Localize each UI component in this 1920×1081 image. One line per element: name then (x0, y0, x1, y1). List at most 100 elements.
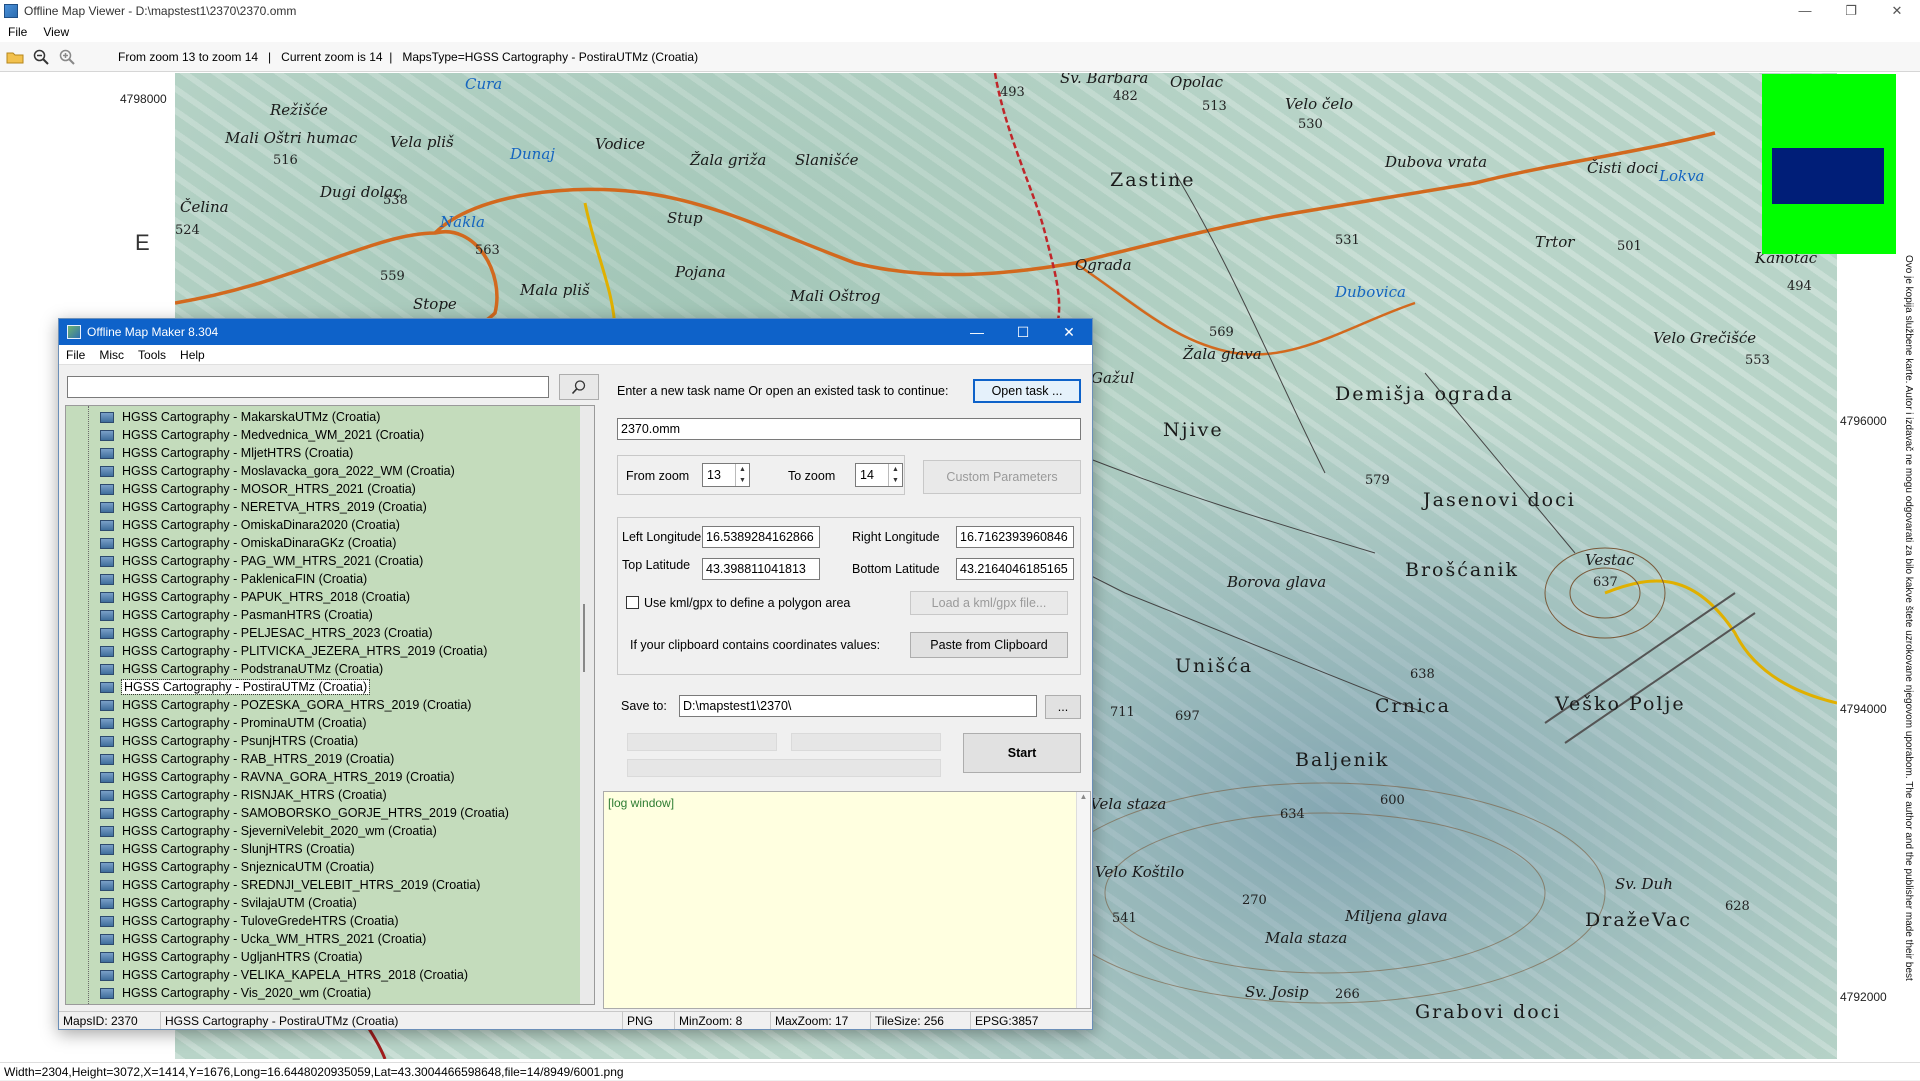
map-list-item-label: HGSS Cartography - PLITVICKA_JEZERA_HTRS… (122, 644, 488, 658)
elevation-label: 538 (383, 193, 408, 208)
progress-bar-total (627, 759, 941, 777)
map-list-item[interactable]: HGSS Cartography - PLITVICKA_JEZERA_HTRS… (100, 642, 487, 660)
menu-tools[interactable]: Tools (131, 348, 173, 362)
elevation-label: 637 (1593, 575, 1618, 590)
map-list-item[interactable]: HGSS Cartography - VELIKA_KAPELA_HTRS_20… (100, 966, 468, 984)
overview-viewport-rect[interactable] (1772, 148, 1884, 204)
map-list-item[interactable]: HGSS Cartography - PELJESAC_HTRS_2023 (C… (100, 624, 433, 642)
maps-tree[interactable]: HGSS Cartography - MakarskaUTMz (Croatia… (65, 405, 595, 1005)
open-task-button[interactable]: Open task ... (973, 379, 1081, 403)
map-list-item[interactable]: HGSS Cartography - RAVNA_GORA_HTRS_2019 … (100, 768, 455, 786)
map-list-item-label: HGSS Cartography - PasmanHTRS (Croatia) (122, 608, 373, 622)
restore-icon[interactable]: ❐ (1828, 0, 1874, 22)
search-button[interactable] (559, 374, 599, 400)
zoom-out-icon[interactable] (30, 46, 52, 68)
to-zoom-spinner[interactable]: 14 ▲ ▼ (855, 463, 903, 487)
map-list-item-label: HGSS Cartography - SREDNJI_VELEBIT_HTRS_… (122, 878, 481, 892)
map-list-item[interactable]: HGSS Cartography - MakarskaUTMz (Croatia… (100, 408, 380, 426)
map-list-item[interactable]: HGSS Cartography - OmiskaDinaraGKz (Croa… (100, 534, 396, 552)
minimize-icon[interactable]: — (954, 319, 1000, 345)
log-scrollbar[interactable]: ▲ (1076, 792, 1090, 1008)
from-zoom-label: From zoom (626, 469, 690, 483)
map-list-item[interactable]: HGSS Cartography - PAG_WM_HTRS_2021 (Cro… (100, 552, 423, 570)
map-list-item[interactable]: HGSS Cartography - RISNJAK_HTRS (Croatia… (100, 786, 387, 804)
spinner-arrows-icon[interactable]: ▲ ▼ (888, 464, 902, 486)
map-list-item[interactable]: HGSS Cartography - Ucka_WM_HTRS_2021 (Cr… (100, 930, 426, 948)
map-layer-icon (100, 789, 114, 801)
map-list-item[interactable]: HGSS Cartography - PostiraUTMz (Croatia) (100, 678, 371, 696)
map-layer-icon (100, 537, 114, 549)
load-kml-button[interactable]: Load a kml/gpx file... (910, 591, 1068, 615)
menu-view[interactable]: View (35, 25, 77, 39)
paste-clipboard-button[interactable]: Paste from Clipboard (910, 632, 1068, 658)
map-list-item-label: HGSS Cartography - PsunjHTRS (Croatia) (122, 734, 359, 748)
map-list-item[interactable]: HGSS Cartography - RAB_HTRS_2019 (Croati… (100, 750, 394, 768)
map-list-item[interactable]: HGSS Cartography - ProminaUTM (Croatia) (100, 714, 367, 732)
map-list-item-label: HGSS Cartography - VELIKA_KAPELA_HTRS_20… (122, 968, 468, 982)
map-layer-icon (100, 915, 114, 927)
map-list-item[interactable]: HGSS Cartography - SREDNJI_VELEBIT_HTRS_… (100, 876, 480, 894)
maximize-icon[interactable]: ☐ (1000, 319, 1046, 345)
minimize-icon[interactable]: — (1782, 0, 1828, 22)
map-list-item[interactable]: HGSS Cartography - NERETVA_HTRS_2019 (Cr… (100, 498, 427, 516)
custom-parameters-button[interactable]: Custom Parameters (923, 460, 1081, 494)
map-list-item[interactable]: HGSS Cartography - PsunjHTRS (Croatia) (100, 732, 358, 750)
task-prompt-label: Enter a new task name Or open an existed… (617, 384, 949, 398)
map-list-item[interactable]: HGSS Cartography - SAMOBORSKO_GORJE_HTRS… (100, 804, 509, 822)
zoom-in-icon[interactable] (56, 46, 78, 68)
map-label: Vela pliš (390, 133, 454, 151)
map-list-item[interactable]: HGSS Cartography - MljetHTRS (Croatia) (100, 444, 353, 462)
map-list-item[interactable]: HGSS Cartography - Vis_2020_wm (Croatia) (100, 984, 371, 1002)
map-label: Slanišće (795, 151, 859, 169)
log-window[interactable]: [log window] ▲ (603, 791, 1091, 1009)
map-list-item[interactable]: HGSS Cartography - SjeverniVelebit_2020_… (100, 822, 437, 840)
map-layer-icon (100, 609, 114, 621)
left-longitude-input[interactable]: 16.5389284162866 (702, 526, 820, 548)
overview-minimap[interactable] (1762, 74, 1896, 254)
map-list-item[interactable]: HGSS Cartography - PaklenicaFIN (Croatia… (100, 570, 367, 588)
close-icon[interactable]: ✕ (1874, 0, 1920, 22)
top-latitude-input[interactable]: 43.398811041813 (702, 558, 820, 580)
map-label: Njive (1163, 419, 1224, 441)
open-folder-icon[interactable] (4, 46, 26, 68)
tree-scrollbar[interactable] (580, 406, 594, 1004)
map-search-input[interactable] (67, 376, 549, 398)
map-list-item[interactable]: HGSS Cartography - OmiskaDinara2020 (Cro… (100, 516, 400, 534)
map-label: Velo Koštilo (1095, 863, 1185, 881)
map-layer-icon (100, 969, 114, 981)
map-list-item[interactable]: HGSS Cartography - UgljanHTRS (Croatia) (100, 948, 362, 966)
clipboard-label: If your clipboard contains coordinates v… (630, 638, 881, 652)
menu-file[interactable]: File (59, 348, 92, 362)
save-to-input[interactable]: D:\mapstest1\2370\ (679, 695, 1037, 717)
map-list-item[interactable]: HGSS Cartography - POZESKA_GORA_HTRS_201… (100, 696, 471, 714)
close-icon[interactable]: ✕ (1046, 319, 1092, 345)
map-label: Jasenovi doci (1423, 489, 1576, 511)
map-list-item-label: HGSS Cartography - MakarskaUTMz (Croatia… (122, 410, 381, 424)
map-list-item[interactable]: HGSS Cartography - PAPUK_HTRS_2018 (Croa… (100, 588, 410, 606)
right-longitude-input[interactable]: 16.7162393960846 (956, 526, 1074, 548)
map-list-item[interactable]: HGSS Cartography - SvilajaUTM (Croatia) (100, 894, 357, 912)
map-list-item-label: HGSS Cartography - PaklenicaFIN (Croatia… (122, 572, 368, 586)
map-layer-icon (100, 483, 114, 495)
spinner-arrows-icon[interactable]: ▲ ▼ (735, 464, 749, 486)
from-zoom-spinner[interactable]: 13 ▲ ▼ (702, 463, 750, 487)
menu-file[interactable]: File (0, 25, 35, 39)
bounds-group: Left Longitude 16.5389284162866 Right Lo… (617, 517, 1081, 675)
map-label: Baljenik (1295, 749, 1390, 771)
task-name-input[interactable]: 2370.omm (617, 418, 1081, 440)
map-list-item[interactable]: HGSS Cartography - Medvednica_WM_2021 (C… (100, 426, 424, 444)
bottom-latitude-input[interactable]: 43.2164046185165 (956, 558, 1074, 580)
scrollbar-thumb[interactable] (583, 604, 585, 672)
map-list-item[interactable]: HGSS Cartography - SlunjHTRS (Croatia) (100, 840, 355, 858)
map-list-item[interactable]: HGSS Cartography - MOSOR_HTRS_2021 (Croa… (100, 480, 416, 498)
start-button[interactable]: Start (963, 733, 1081, 773)
menu-misc[interactable]: Misc (92, 348, 131, 362)
browse-button[interactable]: ... (1045, 695, 1081, 719)
map-list-item[interactable]: HGSS Cartography - TuloveGredeHTRS (Croa… (100, 912, 398, 930)
map-list-item[interactable]: HGSS Cartography - PasmanHTRS (Croatia) (100, 606, 373, 624)
map-list-item[interactable]: HGSS Cartography - Moslavacka_gora_2022_… (100, 462, 455, 480)
menu-help[interactable]: Help (173, 348, 212, 362)
kml-checkbox[interactable] (626, 596, 639, 609)
map-list-item[interactable]: HGSS Cartography - PodstranaUTMz (Croati… (100, 660, 383, 678)
map-list-item[interactable]: HGSS Cartography - SnjeznicaUTM (Croatia… (100, 858, 374, 876)
